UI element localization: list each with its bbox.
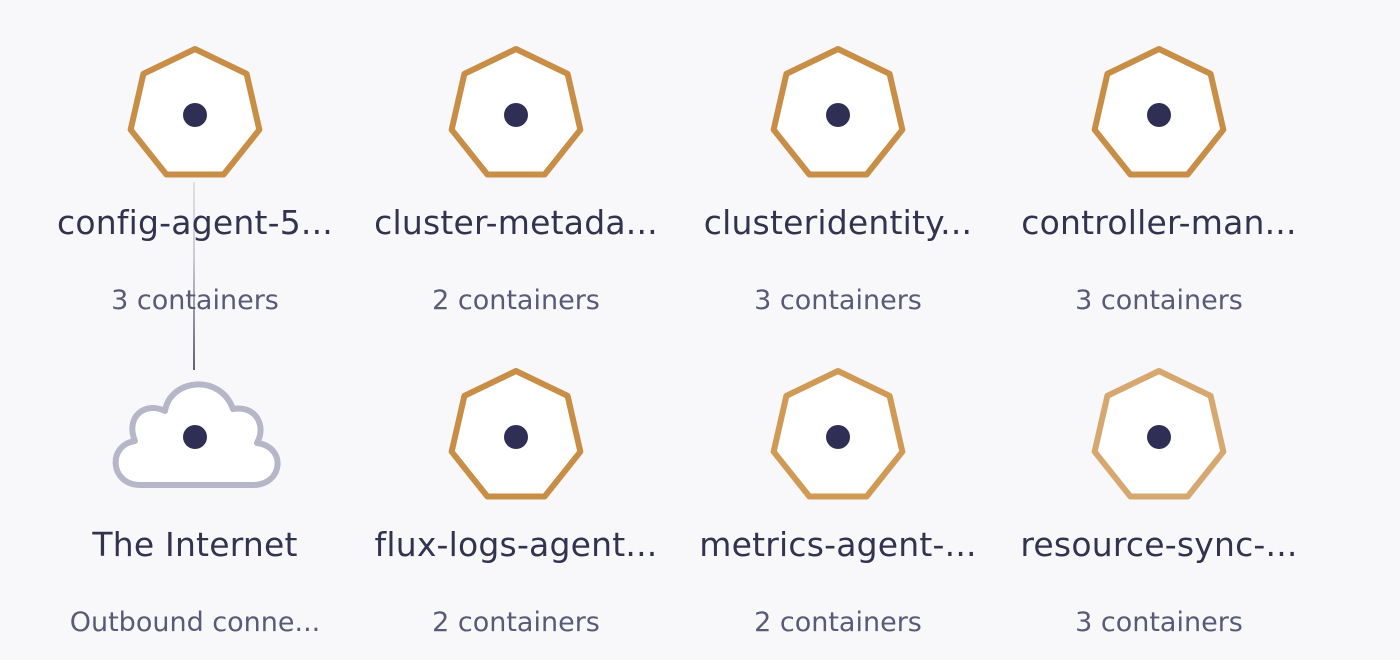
pod-heptagon-icon	[356, 367, 676, 507]
cloud-icon	[35, 367, 355, 507]
center-dot	[183, 425, 207, 449]
node-cluster-metadata[interactable]: cluster-metada... 2 containers	[356, 45, 676, 365]
node-sublabel: 3 containers	[111, 285, 279, 316]
center-dot	[1147, 425, 1171, 449]
node-label: clusteridentity...	[703, 203, 973, 242]
pod-heptagon-icon	[999, 45, 1319, 185]
node-label: resource-sync-...	[1020, 525, 1298, 564]
node-config-agent[interactable]: config-agent-5... 3 containers	[35, 45, 355, 365]
node-sublabel: 2 containers	[754, 607, 922, 638]
node-label: flux-logs-agent...	[374, 525, 658, 564]
node-label: cluster-metada...	[374, 203, 658, 242]
node-controller-manager[interactable]: controller-man... 3 containers	[999, 45, 1319, 365]
node-label: controller-man...	[1021, 203, 1297, 242]
pod-heptagon-icon	[678, 45, 998, 185]
node-sublabel: 3 containers	[754, 285, 922, 316]
pod-heptagon-icon	[35, 45, 355, 185]
node-label: The Internet	[92, 525, 298, 564]
center-dot	[1147, 103, 1171, 127]
node-metrics-agent[interactable]: metrics-agent-... 2 containers	[678, 367, 998, 660]
node-label: metrics-agent-...	[699, 525, 977, 564]
node-sublabel: 3 containers	[1075, 285, 1243, 316]
node-the-internet[interactable]: The Internet Outbound conne...	[35, 367, 355, 660]
node-label: config-agent-5...	[57, 203, 333, 242]
center-dot	[826, 425, 850, 449]
center-dot	[504, 425, 528, 449]
node-sublabel: 2 containers	[432, 607, 600, 638]
center-dot	[504, 103, 528, 127]
center-dot	[826, 103, 850, 127]
pod-heptagon-icon	[356, 45, 676, 185]
node-clusteridentity[interactable]: clusteridentity... 3 containers	[678, 45, 998, 365]
node-sublabel: 3 containers	[1075, 607, 1243, 638]
node-sublabel: Outbound conne...	[69, 607, 321, 638]
node-flux-logs-agent[interactable]: flux-logs-agent... 2 containers	[356, 367, 676, 660]
node-resource-sync[interactable]: resource-sync-... 3 containers	[999, 367, 1319, 660]
center-dot	[183, 103, 207, 127]
node-sublabel: 2 containers	[432, 285, 600, 316]
graph-canvas[interactable]: config-agent-5... 3 containers cluster-m…	[0, 0, 1400, 660]
pod-heptagon-icon	[999, 367, 1319, 507]
pod-heptagon-icon	[678, 367, 998, 507]
